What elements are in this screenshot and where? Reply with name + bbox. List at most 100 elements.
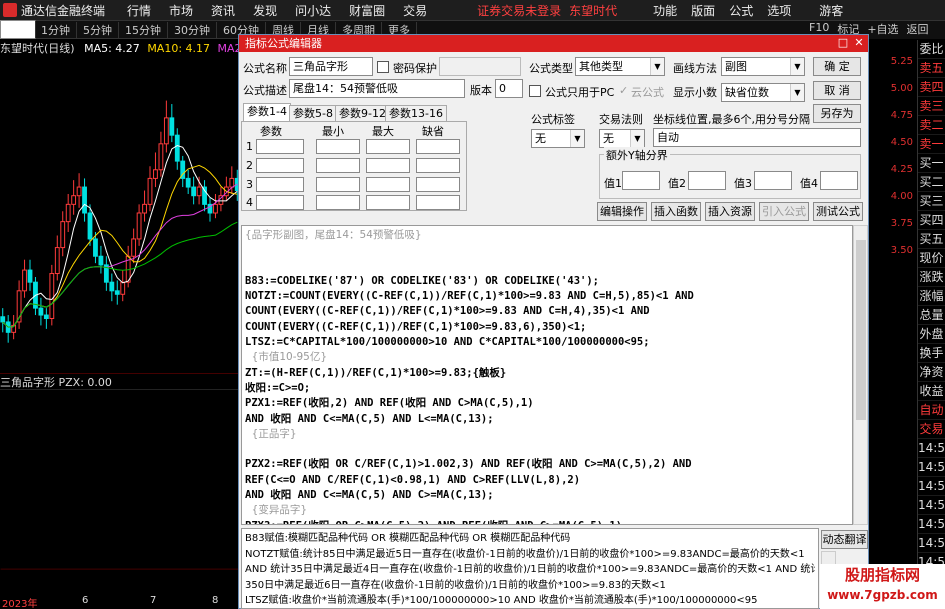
- side-panel-item[interactable]: 14:5: [918, 534, 945, 553]
- param-max-input[interactable]: [366, 195, 410, 210]
- side-panel-item[interactable]: 现价: [918, 249, 945, 268]
- dynamic-translate-button[interactable]: 动态翻译: [821, 530, 868, 549]
- formula-name-input[interactable]: 三角品字形: [289, 57, 373, 76]
- insert-resource-button[interactable]: 插入资源: [705, 202, 755, 221]
- side-panel-item[interactable]: 14:5: [918, 496, 945, 515]
- menu-ask[interactable]: 问小达: [295, 2, 331, 19]
- param-min-input[interactable]: [316, 139, 360, 154]
- menu-function[interactable]: 功能: [653, 2, 677, 19]
- test-formula-button[interactable]: 测试公式: [813, 202, 863, 221]
- side-panel-item[interactable]: 外盘: [918, 325, 945, 344]
- rule-select[interactable]: 无 ▼: [599, 129, 645, 148]
- side-panel-item[interactable]: 买四: [918, 211, 945, 230]
- menu-trade[interactable]: 交易: [403, 2, 427, 19]
- value2-input[interactable]: [688, 171, 726, 190]
- close-icon[interactable]: ✕: [852, 36, 866, 50]
- param-max-input[interactable]: [366, 139, 410, 154]
- add-watchlist-button[interactable]: +自选: [863, 21, 902, 39]
- side-panel-item[interactable]: 总量: [918, 306, 945, 325]
- param-default-input[interactable]: [416, 177, 460, 192]
- period-tab-daily[interactable]: 日线: [0, 20, 36, 39]
- minimize-icon[interactable]: □: [836, 36, 850, 50]
- version-input[interactable]: 0: [495, 79, 523, 98]
- formula-desc-input[interactable]: 尾盘14：54预警低吸: [289, 79, 465, 98]
- side-panel-item[interactable]: 净资: [918, 363, 945, 382]
- side-panel-item[interactable]: 换手: [918, 344, 945, 363]
- side-panel-item[interactable]: 14:5: [918, 515, 945, 534]
- param-default-input[interactable]: [416, 158, 460, 173]
- side-panel-item[interactable]: 买五: [918, 230, 945, 249]
- visitor-label[interactable]: 游客: [819, 2, 843, 19]
- value4-input[interactable]: [820, 171, 858, 190]
- period-tab[interactable]: 15分钟: [119, 21, 168, 38]
- period-tab[interactable]: 30分钟: [168, 21, 217, 38]
- side-panel-item[interactable]: 14:5: [918, 458, 945, 477]
- menu-options[interactable]: 选项: [767, 2, 791, 19]
- param-min-input[interactable]: [316, 158, 360, 173]
- side-panel-item[interactable]: 涨幅: [918, 287, 945, 306]
- param-max-input[interactable]: [366, 158, 410, 173]
- param-name-input[interactable]: [256, 158, 304, 173]
- menu-news[interactable]: 资讯: [211, 2, 235, 19]
- side-panel-item[interactable]: 卖三: [918, 97, 945, 116]
- side-panel-item[interactable]: 卖二: [918, 116, 945, 135]
- side-panel-item[interactable]: 自动: [918, 401, 945, 420]
- side-panel-item[interactable]: 涨跌: [918, 268, 945, 287]
- code-scrollbar[interactable]: [853, 225, 868, 525]
- insert-function-button[interactable]: 插入函数: [651, 202, 701, 221]
- side-panel-item[interactable]: 收益: [918, 382, 945, 401]
- scrollbar-thumb[interactable]: [856, 240, 866, 420]
- side-panel-item[interactable]: 卖一: [918, 135, 945, 154]
- side-panel-item[interactable]: 买二: [918, 173, 945, 192]
- login-warning[interactable]: 证券交易未登录: [477, 2, 561, 19]
- value3-input[interactable]: [754, 171, 792, 190]
- draw-method-select[interactable]: 副图 ▼: [721, 57, 805, 76]
- kline-chart[interactable]: [0, 56, 240, 370]
- menu-formula[interactable]: 公式: [729, 2, 753, 19]
- side-panel-item[interactable]: 买三: [918, 192, 945, 211]
- menu-layout[interactable]: 版面: [691, 2, 715, 19]
- value1-input[interactable]: [622, 171, 660, 190]
- tab-params-5-8[interactable]: 参数5-8: [289, 105, 337, 121]
- decimal-select[interactable]: 缺省位数 ▼: [721, 83, 805, 102]
- side-panel-item[interactable]: 交易: [918, 420, 945, 439]
- axis-input[interactable]: 自动: [653, 128, 861, 147]
- tab-params-13-16[interactable]: 参数13-16: [385, 105, 447, 121]
- param-default-input[interactable]: [416, 139, 460, 154]
- back-button[interactable]: 返回: [903, 21, 933, 39]
- tab-params-9-12[interactable]: 参数9-12: [335, 105, 390, 121]
- menu-market[interactable]: 市场: [169, 2, 193, 19]
- side-panel-item[interactable]: 14:5: [918, 477, 945, 496]
- formula-code-editor[interactable]: {品字形副图，尾盘14：54预警低吸} B83:=CODELIKE('87') …: [241, 225, 853, 525]
- cancel-button[interactable]: 取 消: [813, 81, 861, 100]
- period-tab[interactable]: 5分钟: [77, 21, 119, 38]
- formula-type-select[interactable]: 其他类型 ▼: [575, 57, 665, 76]
- side-panel-item[interactable]: 14:5: [918, 439, 945, 458]
- menu-quotes[interactable]: 行情: [127, 2, 151, 19]
- tab-params-1-4[interactable]: 参数1-4: [243, 103, 291, 121]
- param-min-input[interactable]: [316, 195, 360, 210]
- param-default-input[interactable]: [416, 195, 460, 210]
- param-name-input[interactable]: [256, 195, 304, 210]
- sub-chart[interactable]: [0, 389, 240, 594]
- param-max-input[interactable]: [366, 177, 410, 192]
- period-tab[interactable]: 1分钟: [35, 21, 77, 38]
- import-formula-button[interactable]: 引入公式: [759, 202, 809, 221]
- edit-button[interactable]: 编辑操作: [597, 202, 647, 221]
- candle-body: [174, 134, 180, 162]
- menu-discover[interactable]: 发现: [253, 2, 277, 19]
- side-panel-item[interactable]: 买一: [918, 154, 945, 173]
- password-input[interactable]: [439, 57, 521, 76]
- side-panel-item[interactable]: 卖四: [918, 78, 945, 97]
- param-name-input[interactable]: [256, 139, 304, 154]
- side-panel-item[interactable]: 卖五: [918, 59, 945, 78]
- tag-select[interactable]: 无 ▼: [531, 129, 585, 148]
- password-checkbox[interactable]: [377, 61, 389, 73]
- side-panel-item[interactable]: 委比: [918, 40, 945, 59]
- pc-only-checkbox[interactable]: [529, 85, 541, 97]
- ok-button[interactable]: 确 定: [813, 57, 861, 76]
- param-name-input[interactable]: [256, 177, 304, 192]
- save-as-button[interactable]: 另存为: [813, 104, 861, 123]
- menu-wealth[interactable]: 财富圈: [349, 2, 385, 19]
- param-min-input[interactable]: [316, 177, 360, 192]
